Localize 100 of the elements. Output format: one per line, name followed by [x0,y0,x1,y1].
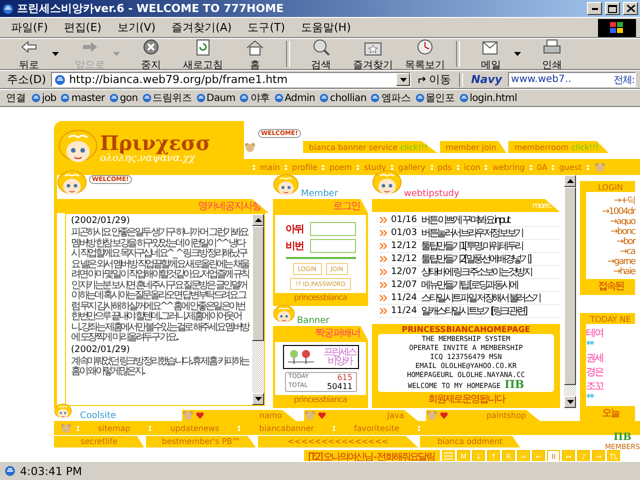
link-item[interactable]: login.html [458,92,518,104]
nav-link[interactable]: profile [292,162,318,172]
member-link[interactable]: →garne [607,257,635,267]
member-link[interactable]: →1004dr [602,207,635,217]
menu-item[interactable]: 도구(T) [240,20,292,35]
tip-row[interactable]: 12/07 상태바에 링크주소보이는것방지 [380,266,560,279]
link-item[interactable]: Admin [272,92,316,104]
nav-link[interactable]: favoritesite [340,424,414,432]
nav-link[interactable]: poem [329,162,352,172]
link-item[interactable]: 몰인포 [414,91,456,105]
nav-link[interactable]: pds [438,162,452,172]
about-footer: 회원제로운영됩니다 [378,392,554,406]
footer-tab[interactable]: <<<<<<<<<<<<<<< [258,436,418,448]
toolbar-button[interactable]: 목록보기 [400,39,450,69]
today-entry: ** [586,340,593,351]
nav-link[interactable]: guest [559,162,582,172]
nav-link[interactable]: study [364,162,386,172]
link-item[interactable]: Daum [194,92,236,104]
dropdown-button[interactable] [396,73,410,86]
banner-image[interactable]: 프린세스 비앙카 [282,345,358,369]
link-item[interactable]: gon [108,92,139,104]
maximize-button[interactable] [605,2,620,15]
go-arrow-icon [417,74,428,84]
member-link[interactable]: →haie [613,267,635,277]
menu-item[interactable]: 편집(E) [56,20,108,35]
toolbar-button[interactable]: 검색 [296,39,346,69]
toolbar-button[interactable]: 중지 [126,39,176,69]
member-link[interactable]: →aquo [610,217,635,227]
footer-tab[interactable]: bestmember's PB™ [146,436,256,448]
minimize-button[interactable] [587,2,602,15]
member-link[interactable]: →+딕 [614,194,635,207]
link-item[interactable]: master [59,92,106,104]
site-tab[interactable]: paintshop [426,410,540,421]
top-tab[interactable]: member join [440,141,506,153]
link-item[interactable]: 드림위즈 [140,91,193,105]
double-chevron-icon [380,256,387,262]
site-tab[interactable]: Java [304,410,418,421]
notice-text: 계속미뤄었던 링크방 정리했습니다..휴 제홈 카피하는홈이 왜이렇게많은지.. [71,356,250,378]
bear-icon [60,422,72,434]
nav-link[interactable]: main [260,162,280,172]
banner-text: 비앙카 [328,357,352,366]
link-item[interactable]: 야후 [238,91,271,105]
nav-link[interactable]: updatenews [156,424,234,432]
link-item[interactable]: 엠파스 [369,91,412,105]
windows-logo [598,18,636,36]
member-link[interactable]: →ca [620,247,635,257]
tip-row[interactable]: 01/03 버튼눌러서브라우저정보보기 [380,227,560,240]
menu-item[interactable]: 파일(F) [4,20,55,35]
toolbar-button[interactable]: 뒤로 [4,39,63,69]
tip-row[interactable]: 12/12 툴팁만들기1[투명,마위,테두리 [380,240,560,253]
site-tab[interactable]: namo [182,410,296,421]
footer-tab[interactable]: bianca oddment [420,436,520,448]
member-link[interactable]: →bonc [610,227,635,237]
link-item[interactable]: chollian [318,92,368,104]
toolbar-button[interactable]: 인쇄 [527,39,577,69]
menu-item[interactable]: 보기(V) [110,20,163,35]
panel-footer: 접속된 [586,279,635,293]
link-item[interactable]: job [30,92,58,104]
toolbar-button[interactable]: 즐겨찾기 [348,39,398,69]
menu-item[interactable]: 즐겨찾기(A) [164,20,239,35]
double-chevron-icon [380,282,387,288]
member-link[interactable]: →bor [616,237,635,247]
tip-row[interactable]: 11/24 일캐스타일시트보기[링크관련] [380,305,560,318]
tip-row[interactable]: 12/12 툴팁만들기2[말풍선에배경넣기] [380,253,560,266]
page-icon [319,93,330,103]
heart-icon [196,412,204,419]
nav-link[interactable]: icon [464,162,480,172]
top-tab[interactable]: memberroom click!!! [508,141,609,153]
bear-icon [244,142,256,153]
nav-link[interactable]: gallery [398,162,426,172]
logo-title: Πρινχεσσ [100,132,211,152]
address-field[interactable]: http://bianca.web79.org/pb/frame1.htm [51,72,412,87]
go-button[interactable]: 이동 [413,72,456,87]
nav-link[interactable]: webring [492,162,525,172]
search-field[interactable]: www.web7.. 전체: [508,72,636,87]
close-icon [626,5,634,12]
nav-link[interactable]: sitemap [84,424,144,432]
bear-icon [182,410,194,421]
toolbar-button[interactable]: 홈 [230,39,280,69]
nav-link[interactable]: 0A [536,162,548,172]
top-tab[interactable]: bianca banner service click!!! [302,141,438,153]
nav-link[interactable]: biancabanner [245,424,328,432]
tip-row[interactable]: 01/16 버튼 이쁘게 꾸며봐요 input [380,214,560,227]
input-field[interactable] [310,222,356,236]
toolbar-button[interactable]: 새로고침 [178,39,228,69]
heart-icon [440,412,448,419]
today-entry: ** [586,393,593,404]
logo-subtitle: ολολης.ναψανα.χχ [100,152,196,164]
tip-row[interactable]: 12/07 메뉴만들기팁 [로딩과동시에 [380,279,560,292]
tip-row[interactable]: 11/24 스타일시트파일 저장해서 불러스기 [380,292,560,305]
close-button[interactable] [623,2,638,15]
footer-tab[interactable]: secretlife [54,436,144,448]
scrollbar[interactable] [252,214,264,405]
input-field[interactable] [310,239,356,253]
scrollbar[interactable] [564,175,576,408]
page-icon [196,93,206,103]
toolbar-button[interactable]: 메일 [466,39,525,69]
today-entry: 테여 [586,327,603,340]
menu-item[interactable]: 도움말(H) [294,20,358,35]
today-entry: 경은 [586,366,603,379]
